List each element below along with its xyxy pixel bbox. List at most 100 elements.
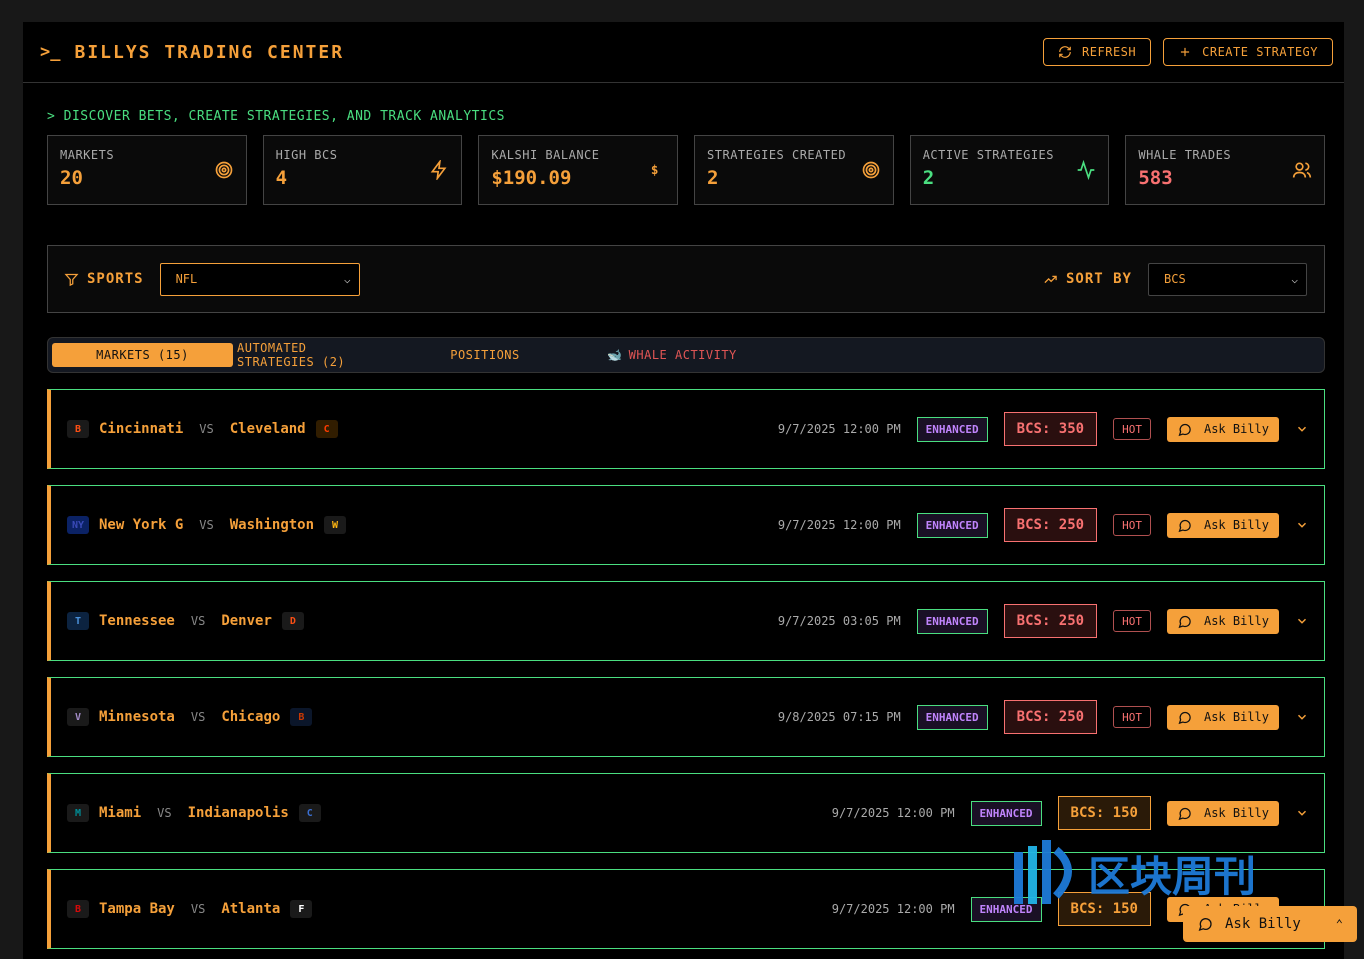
subtitle: > DISCOVER BETS, CREATE STRATEGIES, AND … — [47, 109, 505, 124]
whale-icon: 🐋 — [607, 348, 623, 362]
stat-value: $190.09 — [491, 167, 572, 189]
brand: >_ BILLYS TRADING CENTER — [40, 42, 344, 63]
refresh-button[interactable]: REFRESH — [1043, 38, 1152, 66]
stat-value: 4 — [275, 167, 288, 189]
chevron-down-icon[interactable] — [1295, 422, 1309, 436]
stat-label: MARKETS — [60, 148, 115, 162]
stat-label: STRATEGIES CREATED — [707, 148, 847, 162]
stat-value: 2 — [707, 167, 719, 189]
market-row[interactable]: T Tennessee VS Denver D 9/7/2025 03:05 PM ENHA… — [47, 581, 1325, 661]
filter-icon — [64, 273, 79, 286]
users-icon — [1292, 160, 1312, 180]
ask-billy-label: Ask Billy — [1203, 614, 1269, 628]
home-team-logo-icon: B — [67, 900, 89, 918]
bcs-score: BCS: 250 — [1003, 508, 1098, 542]
enhanced-badge: ENHANCED — [916, 608, 988, 634]
sports-select[interactable]: NFL ⌵ — [159, 262, 360, 296]
floating-ask-label: Ask Billy — [1225, 916, 1301, 932]
stat-label: KALSHI BALANCE — [491, 148, 600, 162]
stat-value: 20 — [60, 167, 83, 189]
stat-label: WHALE TRADES — [1138, 148, 1232, 162]
chat-bubble-icon — [1178, 519, 1191, 532]
ask-billy-label: Ask Billy — [1203, 422, 1269, 436]
vs-label: VS — [190, 710, 206, 724]
tab-bar: MARKETS (15) AUTOMATED STRATEGIES (2) PO… — [47, 337, 1325, 373]
sort-select[interactable]: BCS ⌵ — [1148, 262, 1307, 296]
ask-billy-button[interactable]: Ask Billy — [1166, 608, 1279, 634]
ask-billy-button[interactable]: Ask Billy — [1166, 704, 1279, 730]
ask-billy-button[interactable]: Ask Billy — [1166, 512, 1279, 538]
matchup: B Cincinnati VS Cleveland C — [67, 420, 778, 438]
matchup: NY New York G VS Washington W — [67, 516, 778, 534]
tab-positions[interactable]: POSITIONS — [385, 343, 585, 367]
create-strategy-label: CREATE STRATEGY — [1202, 45, 1318, 59]
sports-select-value: NFL — [175, 272, 198, 286]
ask-billy-label: Ask Billy — [1203, 806, 1269, 820]
stat-card: MARKETS 20 — [47, 135, 247, 205]
vs-label: VS — [157, 806, 172, 820]
home-team: Minnesota — [99, 709, 175, 725]
home-team-logo-icon: T — [67, 612, 89, 630]
market-row[interactable]: V Minnesota VS Chicago B 9/8/2025 07:15 PM ENH… — [47, 677, 1325, 757]
bcs-score: BCS: 250 — [1003, 700, 1098, 734]
target-icon — [214, 160, 234, 180]
floating-ask-billy-button[interactable]: Ask Billy ⌃ — [1183, 906, 1357, 942]
watermark-mark-icon — [1014, 840, 1072, 904]
enhanced-badge: ENHANCED — [916, 512, 988, 538]
header-actions: REFRESH CREATE STRATEGY — [1043, 38, 1333, 66]
vs-label: VS — [199, 422, 214, 436]
game-time: 9/7/2025 12:00 PM — [831, 902, 955, 916]
tab-markets[interactable]: MARKETS (15) — [52, 343, 233, 367]
create-strategy-button[interactable]: CREATE STRATEGY — [1163, 38, 1333, 66]
stat-card: HIGH BCS 4 — [262, 135, 463, 205]
chevron-down-icon: ⌵ — [1291, 272, 1298, 286]
tab-automated-strategies[interactable]: AUTOMATED STRATEGIES (2) — [233, 341, 385, 369]
activity-icon — [1076, 159, 1096, 181]
svg-text:$: $ — [651, 162, 659, 177]
chevron-down-icon: ⌵ — [343, 272, 351, 286]
away-team-logo-icon: C — [315, 420, 338, 438]
bcs-score: BCS: 250 — [1003, 604, 1098, 638]
chat-bubble-icon — [1178, 807, 1191, 820]
chevron-down-icon[interactable] — [1295, 518, 1309, 532]
chat-bubble-icon — [1178, 423, 1191, 436]
chevron-down-icon[interactable] — [1295, 710, 1309, 724]
enhanced-badge: ENHANCED — [916, 704, 988, 730]
stats-row: MARKETS 20 HIGH BCS 4 KALSHI BALANCE $190.09 $… — [47, 135, 1326, 205]
sort-label: SORT BY — [1065, 271, 1132, 287]
away-team-logo-icon: F — [290, 900, 313, 918]
sports-label: SPORTS — [87, 271, 144, 287]
home-team-logo-icon: NY — [67, 516, 89, 534]
tab-whale-activity[interactable]: 🐋 WHALE ACTIVITY — [585, 343, 759, 367]
chevron-up-icon: ⌃ — [1335, 917, 1343, 931]
sports-filter-label: SPORTS — [64, 271, 144, 287]
stat-card: WHALE TRADES 583 — [1125, 135, 1326, 205]
stat-card: ACTIVE STRATEGIES 2 — [909, 135, 1110, 205]
home-team: Tampa Bay — [99, 901, 175, 917]
stat-card: KALSHI BALANCE $190.09 $ — [478, 135, 679, 205]
matchup: B Tampa Bay VS Atlanta F — [67, 900, 832, 918]
terminal-prompt-icon: >_ — [40, 42, 61, 62]
market-row[interactable]: B Cincinnati VS Cleveland C 9/7/2025 12:00 PM… — [47, 389, 1325, 469]
ask-billy-label: Ask Billy — [1203, 518, 1269, 532]
enhanced-badge: ENHANCED — [916, 416, 988, 442]
home-team: Miami — [99, 805, 142, 821]
chat-bubble-icon — [1178, 711, 1191, 724]
vs-label: VS — [190, 614, 206, 628]
game-time: 9/8/2025 07:15 PM — [777, 710, 901, 724]
hot-badge: HOT — [1113, 706, 1151, 728]
vs-label: VS — [190, 902, 206, 916]
game-time: 9/7/2025 12:00 PM — [777, 422, 901, 436]
market-row[interactable]: NY New York G VS Washington W 9/7/2025 12:00 … — [47, 485, 1325, 565]
ask-billy-button[interactable]: Ask Billy — [1166, 416, 1279, 442]
away-team-logo-icon: W — [324, 516, 347, 534]
ask-billy-button[interactable]: Ask Billy — [1166, 800, 1279, 826]
app-window: >_ BILLYS TRADING CENTER REFRESH CREATE … — [23, 22, 1344, 959]
chevron-down-icon[interactable] — [1295, 806, 1309, 820]
target-icon — [861, 160, 881, 180]
home-team-logo-icon: V — [67, 708, 89, 726]
matchup: T Tennessee VS Denver D — [67, 612, 778, 630]
chevron-down-icon[interactable] — [1295, 614, 1309, 628]
away-team: Denver — [221, 613, 272, 629]
chat-bubble-icon — [1198, 918, 1212, 932]
